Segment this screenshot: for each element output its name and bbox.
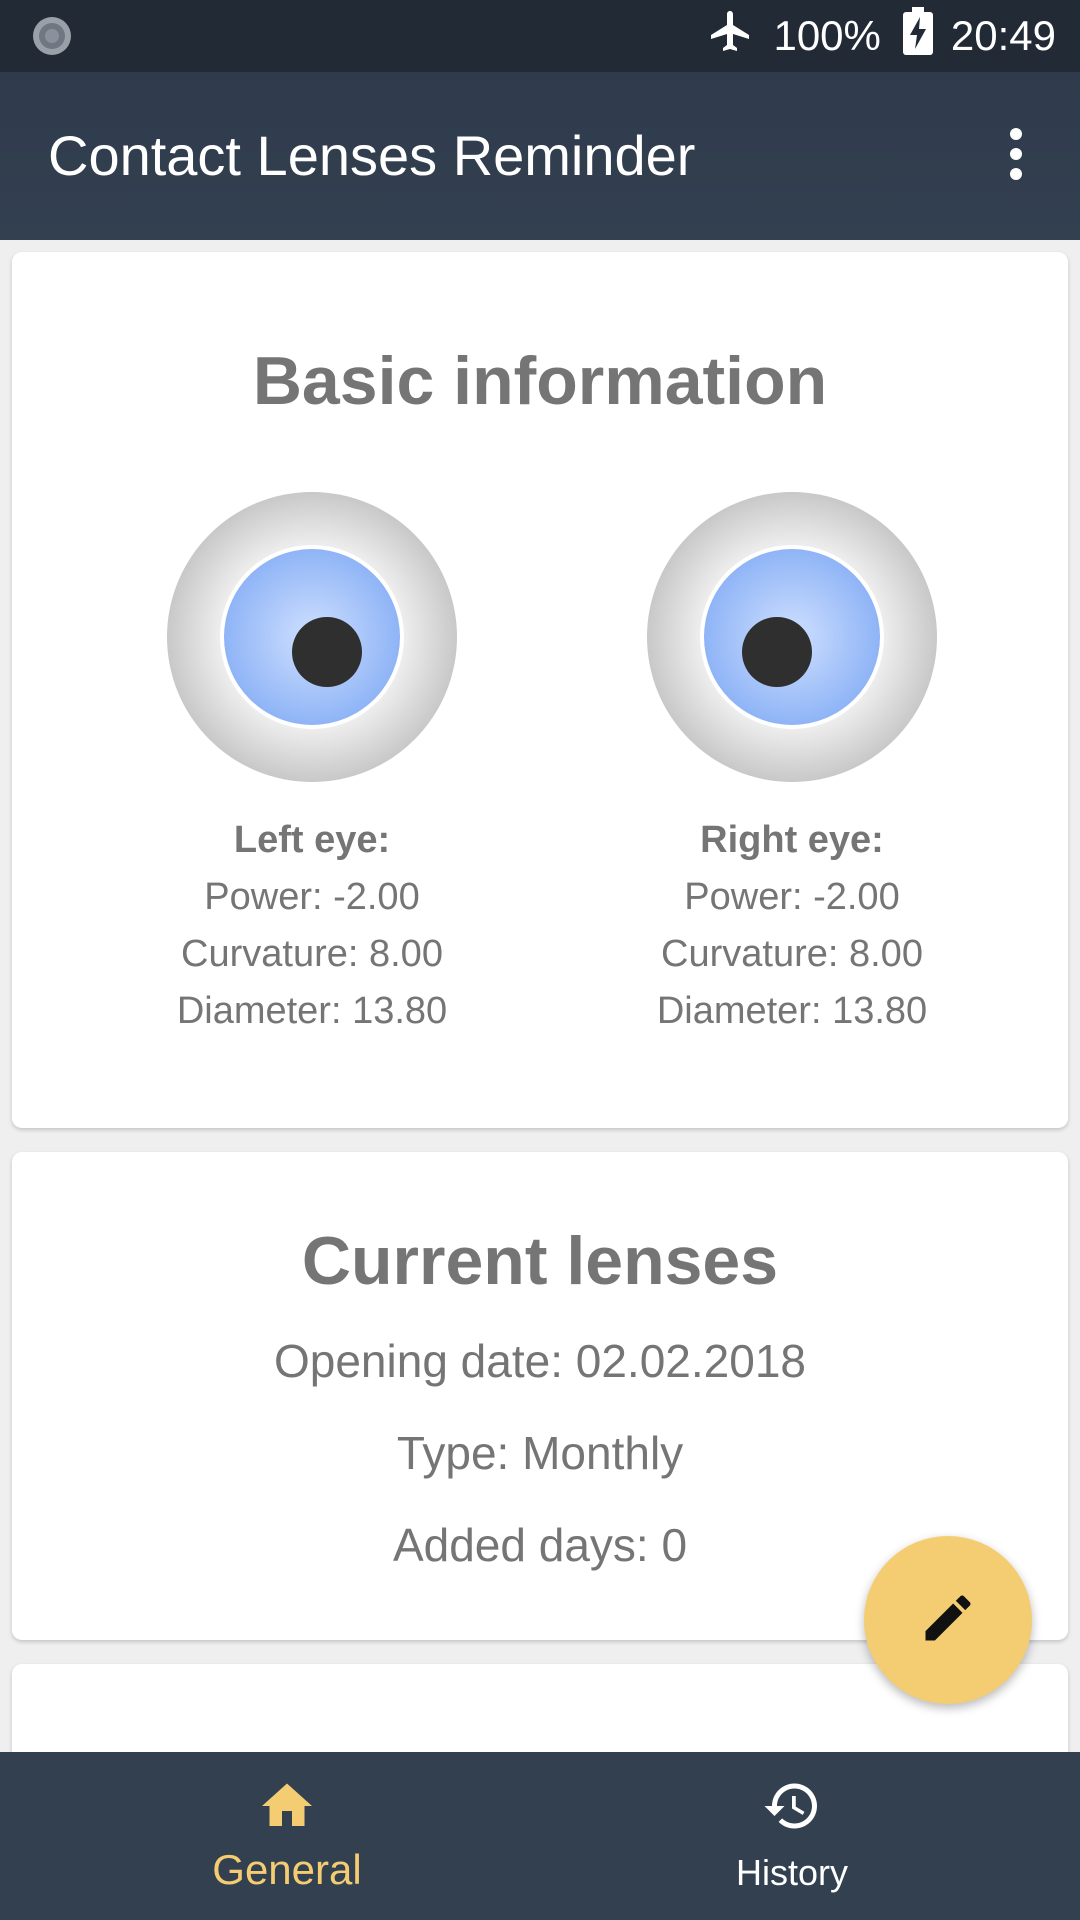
battery-percent: 100% xyxy=(773,12,881,59)
current-lenses-title: Current lenses xyxy=(301,1223,779,1299)
battery-charging-icon xyxy=(902,7,933,65)
left-eye-label: Left eye: xyxy=(233,819,391,861)
app-bar: Contact Lenses Reminder xyxy=(0,72,1080,240)
edit-fab-button[interactable] xyxy=(864,1536,1032,1704)
more-vert-icon xyxy=(1006,127,1026,185)
lens-type: Type: Monthly xyxy=(396,1427,684,1479)
right-eye-label: Right eye: xyxy=(700,819,884,861)
notification-dot-icon xyxy=(30,14,74,58)
left-eye-info: Left eye: Power: -2.00 Curvature: 8.00 D… xyxy=(92,492,532,1040)
nav-history-tab[interactable]: History xyxy=(642,1752,942,1920)
right-eye-curvature: Curvature: 8.00 xyxy=(661,933,923,975)
nav-history-label: History xyxy=(735,1852,848,1893)
airplane-mode-icon xyxy=(707,7,755,65)
history-icon xyxy=(762,1776,822,1836)
nav-general-tab[interactable]: General xyxy=(137,1752,437,1920)
left-eye-diameter: Diameter: 13.80 xyxy=(176,990,448,1032)
app-title: Contact Lenses Reminder xyxy=(48,124,696,187)
edit-pencil-icon xyxy=(918,1588,978,1653)
overflow-menu-button[interactable] xyxy=(982,122,1050,190)
right-eye-diameter: Diameter: 13.80 xyxy=(656,990,928,1032)
main-content[interactable]: Basic information Left eye: Power: -2.00… xyxy=(0,240,1080,1752)
right-eye-info: Right eye: Power: -2.00 Curvature: 8.00 … xyxy=(572,492,1012,1040)
bottom-navigation: General History xyxy=(0,1752,1080,1920)
left-eye-icon xyxy=(167,492,457,782)
basic-information-card: Basic information Left eye: Power: -2.00… xyxy=(12,252,1068,1128)
left-eye-power: Power: -2.00 xyxy=(204,876,420,918)
status-indicators: 100% 20:49 xyxy=(707,0,1056,72)
right-eye-power: Power: -2.00 xyxy=(684,876,900,918)
status-time: 20:49 xyxy=(950,12,1056,59)
left-eye-curvature: Curvature: 8.00 xyxy=(181,933,443,975)
nav-general-label: General xyxy=(212,1846,362,1893)
basic-information-title: Basic information xyxy=(252,343,828,419)
opening-date: Opening date: 02.02.2018 xyxy=(273,1335,806,1387)
home-icon xyxy=(257,1776,317,1836)
right-eye-icon xyxy=(647,492,937,782)
status-bar: 100% 20:49 xyxy=(0,0,1080,72)
